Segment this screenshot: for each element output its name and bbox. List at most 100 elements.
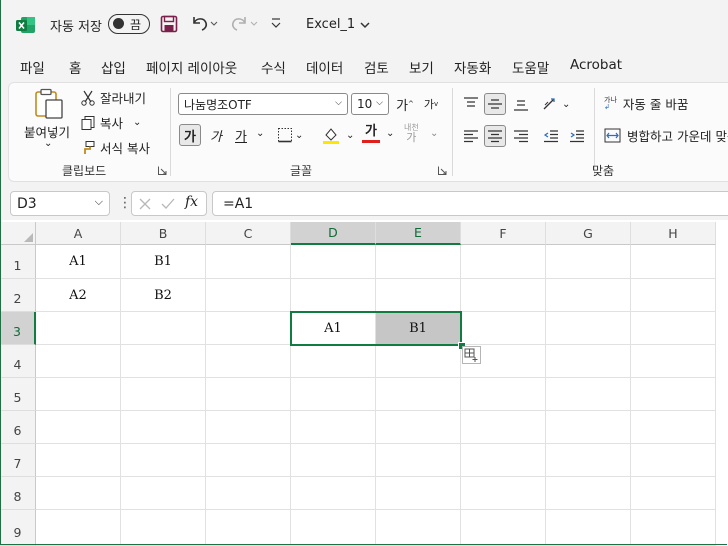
cell-b4[interactable] [121, 345, 206, 378]
cell-b1[interactable]: B1 [121, 245, 206, 279]
cell-a6[interactable] [36, 411, 121, 444]
align-center-button[interactable] [484, 125, 506, 147]
tab-formulas[interactable]: 수식 [261, 57, 286, 77]
cell-c7[interactable] [206, 444, 291, 477]
cell-g5[interactable] [546, 378, 631, 411]
quick-analysis-button[interactable] [462, 346, 481, 364]
cell-e4[interactable] [376, 345, 461, 378]
cell-a4[interactable] [36, 345, 121, 378]
cell-a1[interactable]: A1 [36, 245, 121, 279]
bold-button[interactable]: 가 [179, 124, 201, 146]
cell-h3[interactable] [631, 312, 716, 345]
row-header-7[interactable]: 7 [0, 444, 36, 477]
save-icon[interactable] [160, 15, 178, 33]
cell-c1[interactable] [206, 245, 291, 279]
cell-f6[interactable] [461, 411, 546, 444]
cell-h1[interactable] [631, 245, 716, 279]
redo-icon[interactable] [230, 14, 258, 32]
paste-icon[interactable] [34, 88, 64, 120]
merge-center-button[interactable]: 병합하고 가운데 맞춤 [604, 126, 728, 145]
cell-f8[interactable] [461, 477, 546, 510]
cell-g4[interactable] [546, 345, 631, 378]
customize-quick-access-icon[interactable] [270, 16, 282, 30]
column-header-h[interactable]: H [631, 222, 716, 245]
tab-data[interactable]: 데이터 [306, 57, 343, 77]
decrease-indent-button[interactable] [540, 125, 562, 147]
cell-a8[interactable] [36, 477, 121, 510]
decrease-font-size-button[interactable]: 가v [420, 93, 442, 115]
copy-dropdown-chevron-icon[interactable]: ⌄ [133, 117, 141, 128]
column-header-c[interactable]: C [206, 222, 291, 245]
cell-b2[interactable]: B2 [121, 279, 206, 312]
autosave-toggle[interactable]: 끔 [108, 14, 150, 34]
enter-icon[interactable] [161, 197, 175, 211]
cell-b6[interactable] [121, 411, 206, 444]
row-header-8[interactable]: 8 [0, 477, 36, 510]
cell-b9[interactable] [121, 510, 206, 546]
row-header-3[interactable]: 3 [0, 312, 36, 345]
align-top-button[interactable] [460, 93, 482, 115]
cell-a2[interactable]: A2 [36, 279, 121, 312]
row-header-5[interactable]: 5 [0, 378, 36, 411]
phonetic-guide-button[interactable]: 내천 가 [404, 123, 419, 143]
cell-c2[interactable] [206, 279, 291, 312]
cell-b5[interactable] [121, 378, 206, 411]
column-header-a[interactable]: A [36, 222, 121, 245]
fill-color-button[interactable]: ⌄ [322, 126, 354, 144]
cell-g7[interactable] [546, 444, 631, 477]
cell-d6[interactable] [291, 411, 376, 444]
align-left-button[interactable] [460, 125, 482, 147]
column-header-b[interactable]: B [121, 222, 206, 245]
cell-b7[interactable] [121, 444, 206, 477]
cell-d4[interactable] [291, 345, 376, 378]
cell-b3[interactable] [121, 312, 206, 345]
align-middle-button[interactable] [484, 93, 506, 115]
tab-page-layout[interactable]: 페이지 레이아웃 [146, 57, 237, 77]
cell-e1[interactable] [376, 245, 461, 279]
cell-c6[interactable] [206, 411, 291, 444]
cell-g6[interactable] [546, 411, 631, 444]
cell-e2[interactable] [376, 279, 461, 312]
tab-review[interactable]: 검토 [364, 57, 389, 77]
row-header-9[interactable]: 9 [0, 510, 36, 546]
cell-f9[interactable] [461, 510, 546, 546]
cell-a3[interactable] [36, 312, 121, 345]
cell-f7[interactable] [461, 444, 546, 477]
tab-acrobat[interactable]: Acrobat [570, 57, 622, 73]
tab-automate[interactable]: 자동화 [454, 57, 491, 77]
cell-b8[interactable] [121, 477, 206, 510]
cell-g9[interactable] [546, 510, 631, 546]
cell-c9[interactable] [206, 510, 291, 546]
cell-d7[interactable] [291, 444, 376, 477]
cell-f5[interactable] [461, 378, 546, 411]
row-header-2[interactable]: 2 [0, 279, 36, 312]
paste-dropdown-chevron-icon[interactable]: ⌄ [44, 138, 52, 149]
align-bottom-button[interactable] [510, 93, 532, 115]
format-painter-button[interactable]: 서식 복사 [80, 138, 150, 157]
cell-e3[interactable]: B1 [376, 312, 461, 345]
tab-home[interactable]: 홈 [69, 57, 82, 84]
font-color-button[interactable]: 가 ⌄ [362, 124, 394, 143]
cell-e7[interactable] [376, 444, 461, 477]
cell-e9[interactable] [376, 510, 461, 546]
font-name-select[interactable]: 나눔명조OTF ⌵ [178, 93, 348, 115]
select-all-button[interactable] [0, 222, 36, 245]
cell-e8[interactable] [376, 477, 461, 510]
cell-f3[interactable] [461, 312, 546, 345]
name-box[interactable]: D3 ⌵ [10, 191, 110, 216]
cell-d5[interactable] [291, 378, 376, 411]
cell-e5[interactable] [376, 378, 461, 411]
row-header-1[interactable]: 1 [0, 245, 36, 279]
cell-c5[interactable] [206, 378, 291, 411]
underline-button[interactable]: 가 [230, 124, 252, 146]
italic-button[interactable]: 가 [205, 124, 227, 146]
column-header-d[interactable]: D [291, 222, 376, 245]
cell-g1[interactable] [546, 245, 631, 279]
row-header-4[interactable]: 4 [0, 345, 36, 378]
more-options-icon[interactable]: ⋮ [118, 195, 132, 211]
wrap-text-button[interactable]: 가나 ↲ 자동 줄 바꿈 [604, 94, 688, 113]
tab-file[interactable]: 파일 [20, 57, 45, 77]
cell-a9[interactable] [36, 510, 121, 546]
cell-h2[interactable] [631, 279, 716, 312]
cell-d3[interactable]: A1 [291, 312, 376, 345]
